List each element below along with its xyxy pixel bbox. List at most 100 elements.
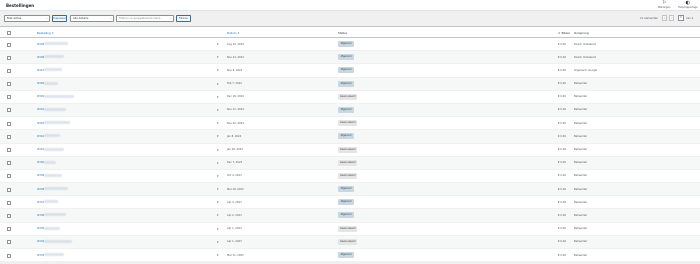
preview-icon[interactable]: ▾ [217, 213, 219, 217]
row-checkbox[interactable] [7, 148, 11, 152]
order-date: Nov 20, 2024 [227, 121, 244, 125]
preview-icon[interactable]: ▾ [217, 95, 219, 99]
table-row[interactable]: #347 ▾ Nov 8, 2024 Afgerond € 0,00 Organisch:… [0, 64, 700, 78]
order-origin: Beheerder [574, 187, 588, 191]
status-badge: Geannuleerd [338, 225, 358, 232]
filter-button[interactable]: Filteren [176, 15, 191, 22]
select-all-checkbox[interactable] [7, 30, 11, 35]
blurred-customer-name [44, 253, 64, 256]
preview-icon[interactable]: ▾ [217, 187, 219, 191]
order-origin: Beheerder [574, 82, 588, 86]
blurred-customer-name [44, 107, 66, 111]
row-checkbox[interactable] [7, 108, 11, 113]
date-filter-select[interactable]: Alle datums ⌄ [70, 15, 114, 22]
preview-icon[interactable]: ▾ [217, 68, 219, 72]
row-checkbox[interactable] [7, 227, 11, 232]
table-row[interactable]: #338 ▾ Mar 18, 2023 Afgerond € 0,00 Beheerder [0, 183, 700, 197]
preview-icon[interactable]: ▾ [217, 108, 219, 112]
order-date: Mar 11, 2023 [227, 253, 244, 257]
order-total: € 0,00 [558, 253, 566, 257]
row-checkbox[interactable] [7, 174, 11, 179]
apply-button[interactable]: Toepassen [52, 15, 67, 22]
row-checkbox[interactable] [7, 121, 11, 126]
order-date: Apr 1, 2023 [227, 240, 242, 244]
bulk-actions-select[interactable]: Bulk acties ⌄ [4, 15, 50, 22]
preview-icon[interactable]: ▾ [217, 55, 219, 59]
table-row[interactable]: #348 ▾ Nov 13, 2024 Afgerond € 0,00 Direct: O… [0, 51, 700, 65]
prev-page-button[interactable]: ‹ [669, 15, 674, 21]
column-order[interactable]: Bestelling ⇕ [37, 31, 54, 35]
preview-icon[interactable]: ▾ [217, 240, 219, 244]
preview-icon[interactable]: ▾ [217, 134, 219, 138]
status-badge: Afgerond [338, 106, 354, 113]
preview-icon[interactable]: ▾ [217, 42, 219, 46]
preview-icon[interactable]: ▾ [217, 148, 219, 152]
order-date: Jan 8, 2024 [227, 134, 242, 138]
row-checkbox[interactable] [7, 134, 11, 139]
table-row[interactable]: #335 ▾ Apr 1, 2023 Geannuleerd € 0,00 Beheerd… [0, 223, 700, 236]
order-total: € 0,00 [558, 95, 566, 99]
order-origin: Organisch: Google [574, 68, 598, 72]
column-date[interactable]: Datum ⇕ [227, 31, 240, 35]
current-page-input[interactable]: 1 [678, 15, 684, 21]
table-row[interactable]: #339 ▾ Oct 4, 2023 Geannuleerd € 0,00 Beheerd… [0, 170, 700, 184]
preview-icon[interactable]: ▾ [217, 200, 219, 204]
table-row[interactable]: #334 ▾ Apr 1, 2023 Geannuleerd € 0,00 Beheerd… [0, 235, 700, 249]
table-row[interactable]: #349 ▾ Aug 19, 2024 Afgerond € 0,00 Direct: O… [0, 38, 700, 52]
row-checkbox[interactable] [7, 213, 11, 218]
row-checkbox[interactable] [7, 82, 11, 87]
status-badge: Afgerond [338, 41, 354, 47]
order-total: € 0,00 [558, 187, 566, 191]
order-origin: Beheerder [574, 227, 588, 231]
preview-icon[interactable]: ▾ [217, 227, 219, 231]
table-row[interactable]: #344 ▾ Nov 12, 2024 Afgerond € 0,00 Beheerder [0, 103, 700, 118]
table-row[interactable]: #340 ▾ Dec 7, 2023 Geannuleerd € 0,00 Beheerd… [0, 156, 700, 170]
order-date: Apr 2, 2023 [227, 213, 242, 217]
row-checkbox[interactable] [7, 68, 11, 73]
table-row[interactable]: #342 ▾ Jan 8, 2024 Afgerond € 0,00 Beheerder [0, 130, 700, 144]
row-checkbox[interactable] [7, 187, 11, 192]
order-total: € 0,00 [558, 213, 566, 217]
order-date: Mar 18, 2023 [227, 187, 244, 191]
order-origin: Beheerder [574, 161, 588, 165]
order-origin: Direct: Onbekend [574, 42, 596, 46]
blurred-customer-name [44, 187, 68, 191]
table-row[interactable]: #337 ▾ Apr 3, 2023 Afgerond € 0,00 Beheerder [0, 196, 700, 210]
top-header-bar: Bestellingen ⚐ Meldingen ◐ Hulp/rapporta… [0, 0, 700, 11]
help-button[interactable]: ◐ Hulp/rapportage [678, 1, 698, 10]
status-badge: Geannuleerd [338, 172, 358, 179]
status-badge: Afgerond [338, 186, 354, 193]
preview-icon[interactable]: ▾ [217, 121, 219, 125]
column-total[interactable]: ⇕ Totaal [558, 31, 569, 35]
row-checkbox[interactable] [7, 200, 11, 205]
table-row[interactable]: #336 ▾ Apr 2, 2023 Afgerond € 0,00 Beheerder [0, 209, 700, 223]
status-badge: Afgerond [338, 54, 354, 61]
row-checkbox[interactable] [7, 95, 11, 100]
blurred-customer-name [44, 173, 62, 177]
table-row[interactable]: #333 ▾ Mar 11, 2023 Afgerond € 0,00 Beheerder [0, 249, 700, 263]
order-origin: Beheerder [574, 200, 588, 204]
row-checkbox[interactable] [7, 240, 11, 245]
first-page-button[interactable]: « [662, 15, 667, 21]
preview-icon[interactable]: ▾ [217, 82, 219, 86]
order-total: € 0,00 [558, 121, 566, 125]
preview-icon[interactable]: ▾ [217, 253, 219, 257]
customer-filter-select[interactable]: Filteren op geregistreerde klant... ⌄ [116, 15, 174, 22]
row-checkbox[interactable] [7, 42, 11, 47]
row-checkbox[interactable] [7, 161, 11, 166]
preview-icon[interactable]: ▾ [217, 174, 219, 178]
table-row[interactable]: #346 ▾ Feb 7, 2024 Afgerond € 0,00 Beheerder [0, 77, 700, 91]
table-row[interactable]: #345 ▾ Dec 18, 2024 Geannuleerd € 0,00 Beheer… [0, 91, 700, 104]
order-total: € 0,00 [558, 161, 566, 165]
row-checkbox[interactable] [7, 253, 11, 258]
page-title: Bestellingen [6, 3, 35, 8]
preview-icon[interactable]: ▾ [217, 161, 219, 165]
activity-button[interactable]: ⚐ Meldingen [658, 1, 670, 10]
table-row[interactable]: #341 ▾ Jan 28, 2024 Geannuleerd € 0,00 Beheer… [0, 144, 700, 157]
table-row[interactable]: #343 ▾ Nov 20, 2024 Geannuleerd € 0,00 Beheer… [0, 117, 700, 131]
row-checkbox[interactable] [7, 55, 11, 60]
blurred-customer-name [44, 121, 70, 125]
order-date: Dec 7, 2023 [227, 161, 243, 165]
column-status: Status [338, 31, 347, 35]
order-total: € 0,00 [558, 200, 566, 204]
